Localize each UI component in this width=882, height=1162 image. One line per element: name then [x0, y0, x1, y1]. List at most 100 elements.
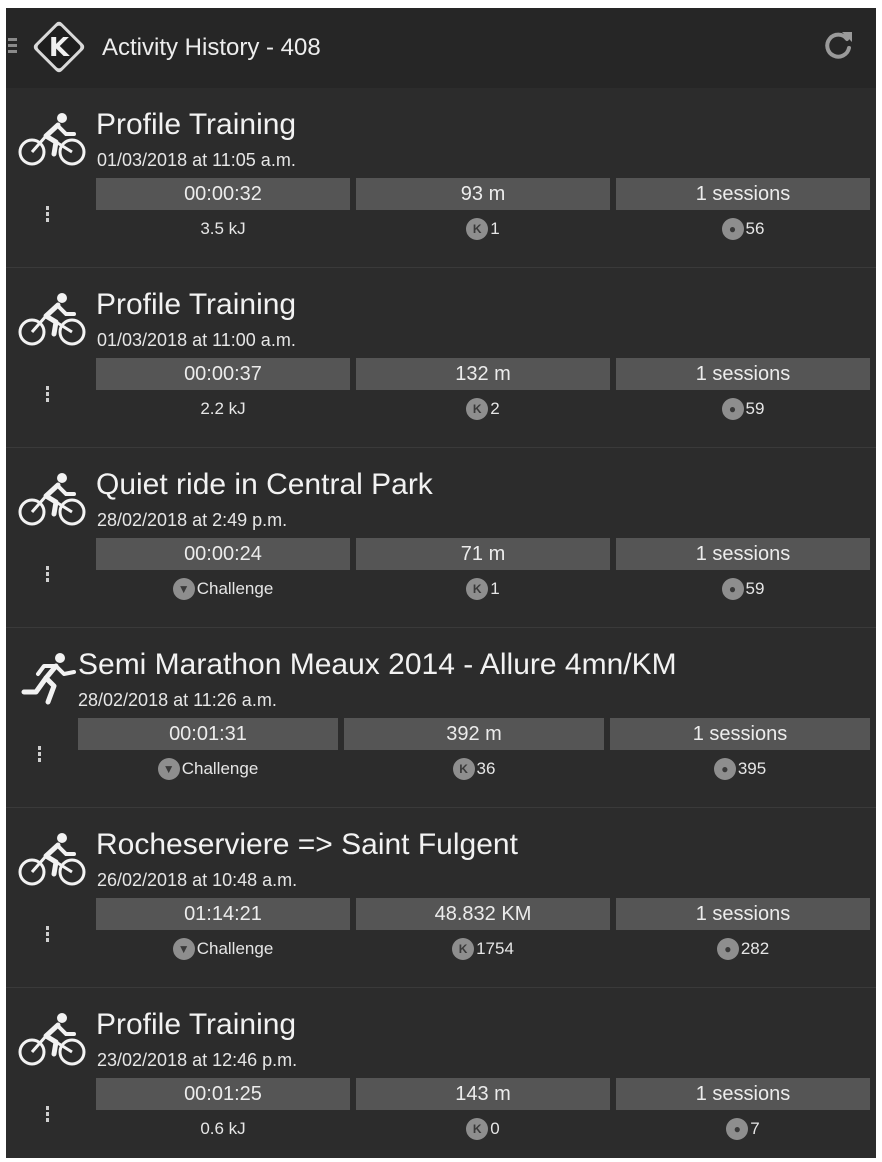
activity-item[interactable]: Profile Training 01/03/2018 at 11:05 a.m… [6, 88, 876, 268]
activity-date: 28/02/2018 at 11:26 a.m. [78, 690, 277, 710]
activity-stats: 00:00:32 93 m 1 sessions [96, 178, 870, 210]
more-options-icon[interactable] [42, 926, 52, 948]
k-badge-icon: K [452, 938, 475, 960]
refresh-icon[interactable] [820, 28, 856, 64]
points-value: 59 [745, 399, 765, 418]
challenge-label: Challenge [181, 759, 259, 778]
cycling-icon [18, 292, 88, 348]
flame-badge-icon: ● [726, 1118, 749, 1140]
activity-item[interactable]: Rocheserviere => Saint Fulgent 26/02/201… [6, 808, 876, 988]
more-options-icon[interactable] [42, 566, 52, 588]
page-title: Activity History - 408 [102, 34, 321, 61]
running-icon [14, 652, 84, 708]
k-value: 36 [476, 759, 496, 778]
distance-value: 132 m [356, 358, 610, 390]
activity-date: 23/02/2018 at 12:46 p.m. [97, 1050, 298, 1070]
k-points: K 1754 [356, 932, 610, 966]
challenge-label: Challenge [196, 939, 274, 958]
energy-or-challenge: ▼ Challenge [96, 572, 350, 606]
challenge-label: Challenge [196, 579, 274, 598]
flame-badge-icon: ● [716, 938, 739, 960]
app-window: K Activity History - 408 Profile Trainin… [6, 8, 876, 1158]
activity-title: Semi Marathon Meaux 2014 - Allure 4mn/KM [78, 648, 677, 681]
activity-infos: 2.2 kJ K2 ● 59 [96, 392, 870, 426]
flame-badge-icon: ● [721, 578, 744, 600]
activity-item[interactable]: Quiet ride in Central Park 28/02/2018 at… [6, 448, 876, 628]
activity-stats: 00:01:31 392 m 1 sessions [78, 718, 870, 750]
flame-badge-icon: ● [721, 398, 744, 420]
trophy-badge-icon: ▼ [172, 578, 195, 600]
energy-or-challenge: 2.2 kJ [200, 399, 246, 418]
k-points: K1 [356, 572, 610, 606]
energy-or-challenge: ▼ Challenge [96, 932, 350, 966]
activity-item[interactable]: Profile Training 01/03/2018 at 11:00 a.m… [6, 268, 876, 448]
activity-stats: 00:00:37 132 m 1 sessions [96, 358, 870, 390]
more-options-icon[interactable] [42, 386, 52, 408]
k-badge-icon: K [466, 218, 489, 240]
k-badge-icon: K [466, 398, 489, 420]
activity-infos: ▼ Challenge K 36 ● 395 [78, 752, 870, 786]
sessions-value: 1 sessions [616, 1078, 870, 1110]
energy-or-challenge: 0.6 kJ [200, 1119, 246, 1138]
activity-title: Rocheserviere => Saint Fulgent [96, 828, 518, 861]
k-points: K 36 [344, 752, 604, 786]
sessions-value: 1 sessions [610, 718, 870, 750]
activity-date: 26/02/2018 at 10:48 a.m. [97, 870, 298, 890]
logo-letter: K [49, 33, 70, 63]
activity-infos: 0.6 kJ K0 ● 7 [96, 1112, 870, 1146]
k-value: 2 [490, 399, 500, 418]
k-badge-icon: K [452, 758, 475, 780]
k-badge-icon: K [466, 578, 489, 600]
k-points: K1 [356, 212, 610, 246]
energy-or-challenge: ▼ Challenge [78, 752, 338, 786]
points-value: 7 [750, 1119, 760, 1138]
trophy-badge-icon: ▼ [157, 758, 180, 780]
distance-value: 93 m [356, 178, 610, 210]
duration-value: 01:14:21 [96, 898, 350, 930]
points-value: 395 [737, 759, 767, 778]
points: ● 59 [616, 392, 870, 426]
app-bar: K Activity History - 408 [6, 8, 876, 88]
app-logo[interactable]: K [28, 16, 90, 78]
activity-item[interactable]: Semi Marathon Meaux 2014 - Allure 4mn/KM… [6, 628, 876, 808]
points: ● 282 [616, 932, 870, 966]
sessions-value: 1 sessions [616, 898, 870, 930]
distance-value: 71 m [356, 538, 610, 570]
points-value: 59 [745, 579, 765, 598]
trophy-badge-icon: ▼ [172, 938, 195, 960]
points-value: 282 [740, 939, 770, 958]
points: ● 56 [616, 212, 870, 246]
more-options-icon[interactable] [42, 1106, 52, 1128]
hamburger-icon[interactable] [8, 38, 17, 56]
k-value: 0 [490, 1119, 500, 1138]
k-points: K2 [356, 392, 610, 426]
activity-title: Profile Training [96, 1008, 297, 1041]
activity-date: 01/03/2018 at 11:00 a.m. [97, 330, 296, 350]
more-options-icon[interactable] [34, 746, 44, 768]
more-options-icon[interactable] [42, 206, 52, 228]
points-value: 56 [745, 219, 765, 238]
duration-value: 00:00:37 [96, 358, 350, 390]
flame-badge-icon: ● [721, 218, 744, 240]
flame-badge-icon: ● [713, 758, 736, 780]
activity-infos: 3.5 kJ K1 ● 56 [96, 212, 870, 246]
activity-infos: ▼ Challenge K 1754 ● 282 [96, 932, 870, 966]
duration-value: 00:00:24 [96, 538, 350, 570]
duration-value: 00:01:25 [96, 1078, 350, 1110]
activity-infos: ▼ Challenge K1 ● 59 [96, 572, 870, 606]
points: ● 395 [610, 752, 870, 786]
distance-value: 143 m [356, 1078, 610, 1110]
activity-date: 01/03/2018 at 11:05 a.m. [97, 150, 296, 170]
activity-list: Profile Training 01/03/2018 at 11:05 a.m… [6, 88, 876, 1158]
points: ● 59 [616, 572, 870, 606]
activity-stats: 01:14:21 48.832 KM 1 sessions [96, 898, 870, 930]
activity-title: Quiet ride in Central Park [96, 468, 433, 501]
cycling-icon [18, 472, 88, 528]
sessions-value: 1 sessions [616, 178, 870, 210]
points: ● 7 [616, 1112, 870, 1146]
k-badge-icon: K [466, 1118, 489, 1140]
cycling-icon [18, 1012, 88, 1068]
duration-value: 00:00:32 [96, 178, 350, 210]
activity-date: 28/02/2018 at 2:49 p.m. [97, 510, 288, 530]
activity-item[interactable]: Profile Training 23/02/2018 at 12:46 p.m… [6, 988, 876, 1158]
